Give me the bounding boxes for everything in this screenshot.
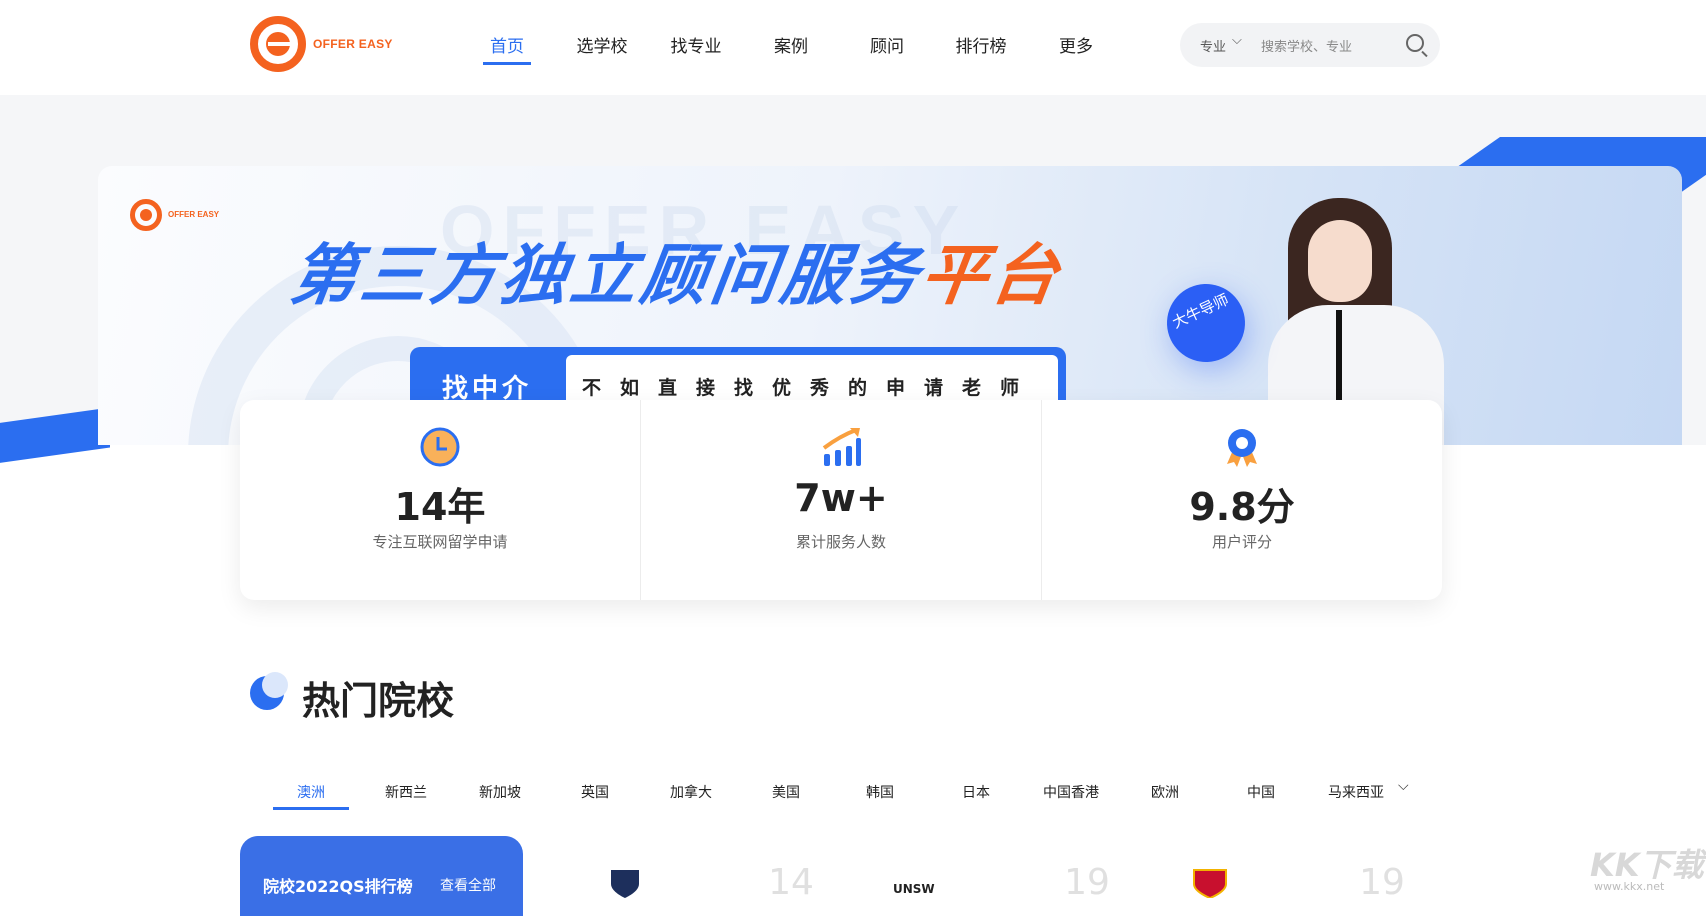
chevron-down-icon[interactable]: ⌵ bbox=[1232, 33, 1242, 48]
tab-active-indicator bbox=[273, 807, 349, 810]
tab-hong-kong[interactable]: 中国香港 bbox=[1043, 782, 1099, 802]
find-agent-text: 不如直接找优秀的申请老师 bbox=[582, 377, 1039, 399]
search-input[interactable]: 搜索学校、专业 bbox=[1261, 36, 1352, 55]
tab-canada[interactable]: 加拿大 bbox=[670, 782, 712, 802]
tab-europe[interactable]: 欧洲 bbox=[1151, 782, 1179, 802]
school-rank: 14 bbox=[768, 862, 814, 903]
nav-rankings[interactable]: 排行榜 bbox=[956, 32, 1007, 57]
banner-logo-icon bbox=[130, 199, 162, 231]
slogan-main: 第三方独立顾问服务 bbox=[285, 237, 927, 314]
clock-icon bbox=[420, 427, 460, 467]
section-icon bbox=[250, 672, 288, 710]
unsw-logo[interactable]: UNSW bbox=[893, 882, 935, 896]
nav-cases[interactable]: 案例 bbox=[774, 32, 808, 57]
search-icon[interactable] bbox=[1406, 34, 1424, 52]
crest-logo[interactable] bbox=[605, 868, 645, 898]
stats-card: 14年 专注互联网留学申请 7w+ 累计服务人数 9.8分 用户评分 bbox=[240, 400, 1442, 600]
stat-rating: 9.8分 用户评分 bbox=[1042, 400, 1442, 600]
tab-singapore[interactable]: 新加坡 bbox=[479, 782, 521, 802]
tab-new-zealand[interactable]: 新西兰 bbox=[385, 782, 427, 802]
tab-korea[interactable]: 韩国 bbox=[866, 782, 894, 802]
advisor-photo-face bbox=[1308, 220, 1372, 302]
stat-value: 7w+ bbox=[794, 476, 888, 520]
slogan-highlight: 平台 bbox=[915, 237, 1067, 314]
nav-more[interactable]: 更多 bbox=[1059, 32, 1093, 57]
section-title: 热门院校 bbox=[302, 679, 455, 723]
logo-icon[interactable] bbox=[250, 16, 306, 72]
nav-active-indicator bbox=[483, 62, 531, 65]
growth-chart-icon bbox=[822, 428, 861, 466]
banner-logo-text: OFFER EASY bbox=[168, 210, 220, 219]
stat-label: 用户评分 bbox=[1211, 533, 1272, 551]
school-rank: 19 bbox=[1359, 862, 1405, 903]
tab-japan[interactable]: 日本 bbox=[962, 782, 990, 802]
chevron-down-icon[interactable]: ⌵ bbox=[1398, 778, 1409, 794]
advisor-photo-tie bbox=[1336, 310, 1342, 400]
nav-choose-school[interactable]: 选学校 bbox=[577, 32, 628, 57]
nav-advisors[interactable]: 顾问 bbox=[870, 32, 904, 57]
stat-value: 14年 bbox=[394, 485, 486, 529]
lion-crest-logo[interactable] bbox=[1190, 868, 1230, 898]
watermark-url: www.kkx.net bbox=[1594, 880, 1665, 893]
view-all-link[interactable]: 查看全部 bbox=[440, 875, 496, 895]
nav-home[interactable]: 首页 bbox=[490, 32, 524, 57]
search-category-select[interactable]: 专业 bbox=[1200, 36, 1226, 55]
stat-label: 专注互联网留学申请 bbox=[372, 533, 508, 551]
tab-malaysia[interactable]: 马来西亚 bbox=[1328, 782, 1384, 802]
tab-australia[interactable]: 澳洲 bbox=[297, 782, 325, 802]
tab-china[interactable]: 中国 bbox=[1247, 782, 1275, 802]
tab-usa[interactable]: 美国 bbox=[772, 782, 800, 802]
award-ribbon-icon bbox=[1227, 429, 1257, 467]
stat-value: 9.8分 bbox=[1189, 485, 1295, 529]
tab-uk[interactable]: 英国 bbox=[581, 782, 609, 802]
school-rank: 19 bbox=[1064, 862, 1110, 903]
nav-find-major[interactable]: 找专业 bbox=[671, 32, 722, 57]
banner-slogan: 第三方独立顾问服务平台 bbox=[285, 222, 1068, 318]
stat-years: 14年 专注互联网留学申请 bbox=[240, 400, 641, 600]
stat-users: 7w+ 累计服务人数 bbox=[641, 400, 1042, 600]
qs-ranking-title: 院校2022QS排行榜 bbox=[263, 877, 413, 896]
stat-label: 累计服务人数 bbox=[795, 533, 886, 551]
logo-text[interactable]: OFFER EASY bbox=[313, 37, 393, 51]
search-bar: 专业 ⌵ 搜索学校、专业 bbox=[1180, 23, 1440, 67]
